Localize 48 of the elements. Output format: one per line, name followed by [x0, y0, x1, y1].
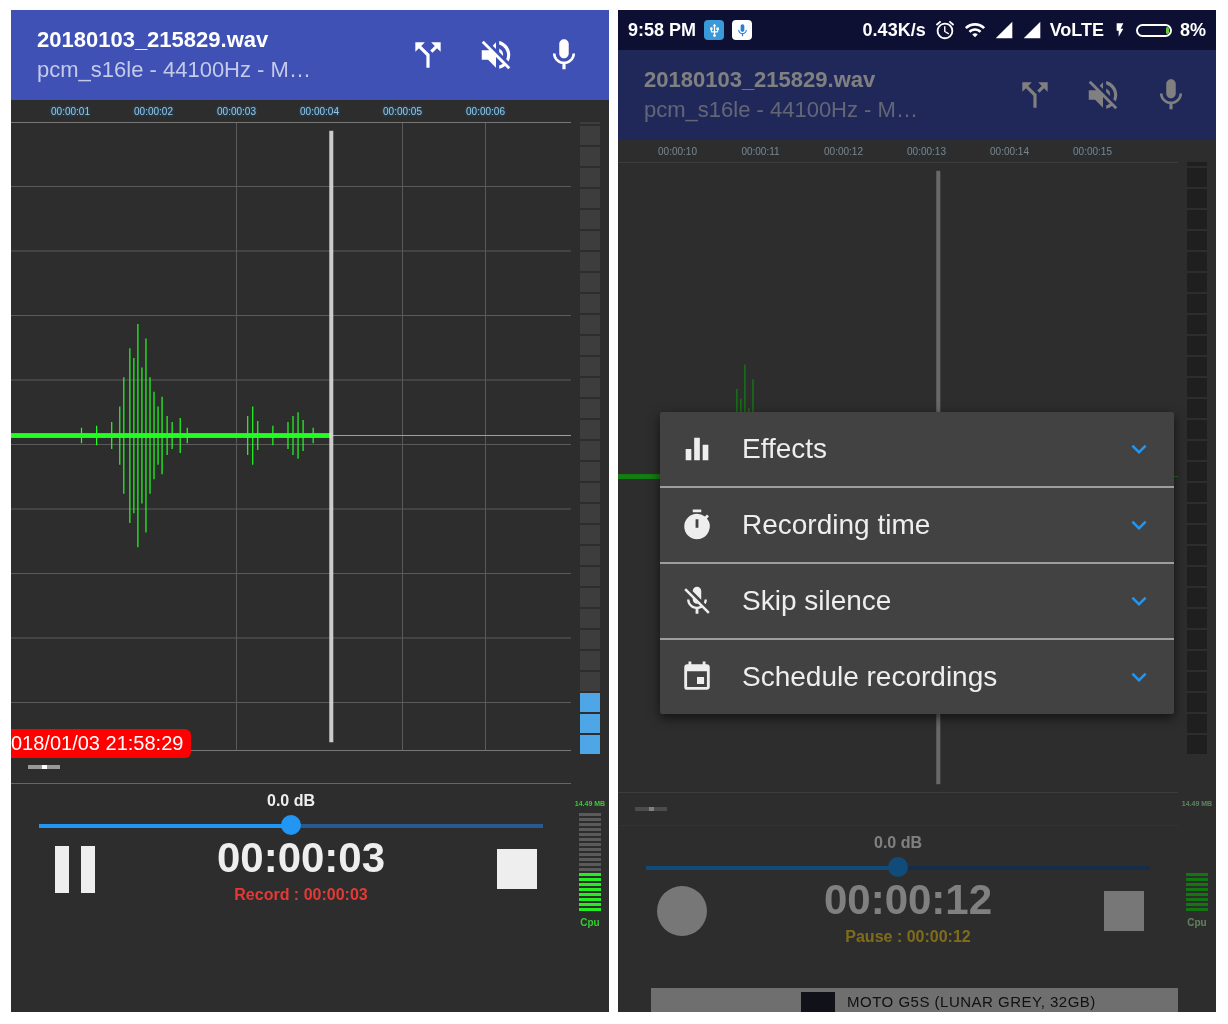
scroll-indicator [28, 765, 60, 769]
file-format: pcm_s16le - 44100Hz - M… [37, 57, 312, 83]
gain-reading: 0.0 dB [874, 834, 922, 852]
elapsed-timer: 00:00:12 [823, 876, 993, 924]
time-tick: 00:00:15 [1072, 145, 1113, 157]
time-tick: 00:00:12 [823, 145, 864, 157]
gain-slider-thumb[interactable] [281, 815, 301, 835]
time-tick: 00:00:10 [657, 145, 698, 157]
ad-banner[interactable]: MOTO G5S (LUNAR GREY, 32GB) [651, 988, 1178, 1012]
recording-timestamp: 018/01/03 21:58:29 [11, 729, 192, 758]
file-format: pcm_s16le - 44100Hz - M… [644, 97, 919, 123]
menu-label: Skip silence [742, 585, 893, 617]
battery-percent: 8% [1180, 19, 1206, 41]
menu-label: Effects [742, 433, 829, 465]
time-tick: 00:00:11 [740, 145, 781, 157]
network-type: VoLTE [1049, 19, 1104, 41]
time-tick: 00:00:06 [465, 105, 506, 117]
alarm-icon [933, 19, 956, 41]
time-tick: 00:00:03 [216, 105, 257, 117]
battery-icon [1136, 23, 1172, 37]
recording-status: Pause : 00:00:12 [845, 928, 971, 946]
time-tick: 00:00:14 [989, 145, 1030, 157]
gain-reading: 0.0 dB [267, 792, 315, 810]
ad-text: MOTO G5S (LUNAR GREY, 32GB) [847, 993, 1096, 1010]
clock-time: 9:58 PM [628, 19, 697, 41]
elapsed-timer: 00:00:03 [216, 834, 386, 882]
gain-slider-thumb[interactable] [888, 857, 908, 877]
signal-icon [1021, 20, 1042, 40]
menu-item[interactable]: Effects [660, 412, 1174, 488]
menu-item[interactable]: Schedule recordings [660, 640, 1174, 714]
recording-status: Record : 00:00:03 [234, 886, 368, 904]
network-speed: 0.43K/s [862, 19, 926, 41]
time-tick: 00:00:02 [133, 105, 174, 117]
cpu-label: Cpu [580, 917, 600, 928]
time-tick: 00:00:13 [906, 145, 947, 157]
menu-label: Recording time [742, 509, 932, 541]
menu-item[interactable]: Recording time [660, 488, 1174, 564]
time-tick: 00:00:01 [50, 105, 91, 117]
time-tick: 00:00:04 [299, 105, 340, 117]
signal-icon [993, 20, 1014, 40]
mic-app-icon [732, 20, 753, 40]
time-tick: 00:00:05 [382, 105, 423, 117]
cpu-label: Cpu [1187, 917, 1207, 928]
file-name: 20180103_215829.wav [37, 27, 270, 53]
usb-icon [704, 20, 725, 40]
file-name: 20180103_215829.wav [644, 67, 877, 93]
menu-label: Schedule recordings [742, 661, 999, 693]
menu-item[interactable]: Skip silence [660, 564, 1174, 640]
